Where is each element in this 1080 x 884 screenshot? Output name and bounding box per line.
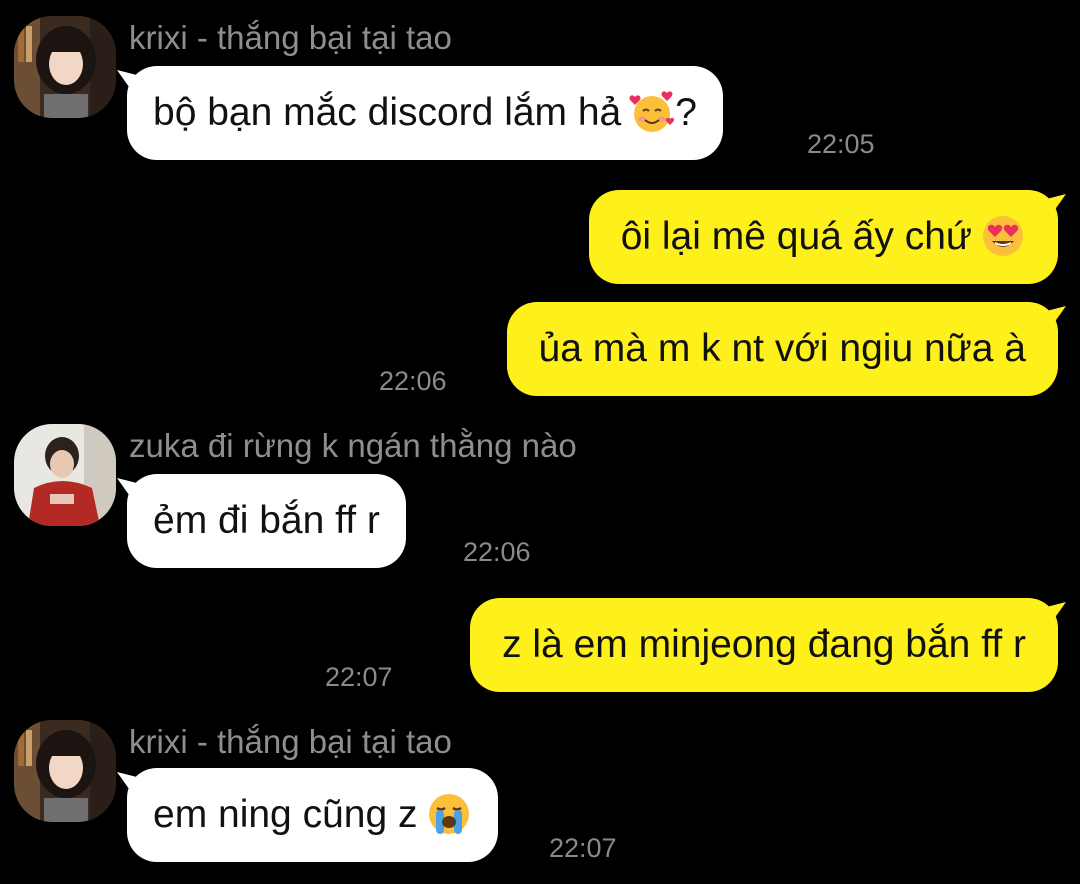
message-timestamp: 22:07	[325, 662, 393, 692]
message-bubble-incoming[interactable]: bộ bạn mắc discord lắm hả ?	[127, 66, 723, 160]
message-text: bộ bạn mắc discord lắm hả	[153, 91, 622, 134]
message-text: em ning cũng z	[153, 793, 418, 836]
smiling-face-with-hearts-icon	[629, 89, 675, 135]
avatar-krixi[interactable]	[14, 16, 116, 118]
message-text: ẻm đi bắn ff r	[153, 499, 380, 542]
avatar-krixi[interactable]	[14, 720, 116, 822]
message-bubble-incoming[interactable]: em ning cũng z	[127, 768, 498, 862]
message-text: ủa mà m k nt với ngiu nữa à	[538, 327, 1026, 370]
message-bubble-outgoing[interactable]: ủa mà m k nt với ngiu nữa à	[506, 302, 1058, 396]
message-bubble-incoming[interactable]: ẻm đi bắn ff r	[127, 474, 406, 568]
message-text: z là em minjeong đang bắn ff r	[502, 623, 1026, 666]
message-timestamp: 22:05	[807, 129, 875, 159]
message-bubble-outgoing[interactable]: z là em minjeong đang bắn ff r	[470, 598, 1058, 692]
loudly-crying-face-icon	[426, 791, 472, 837]
heart-eyes-icon	[980, 213, 1026, 259]
message-timestamp: 22:06	[379, 366, 447, 396]
avatar-zuka[interactable]	[14, 424, 116, 526]
message-text: ôi lại mê quá ấy chứ	[620, 215, 972, 258]
sender-name: krixi - thắng bại tại tao	[129, 723, 452, 760]
message-bubble-outgoing[interactable]: ôi lại mê quá ấy chứ	[588, 190, 1058, 284]
chat-screen: krixi - thắng bại tại tao bộ bạn mắc dis…	[0, 0, 1080, 884]
message-text-suffix: ?	[675, 91, 697, 134]
sender-name: zuka đi rừng k ngán thằng nào	[129, 427, 577, 464]
sender-name: krixi - thắng bại tại tao	[129, 19, 452, 56]
message-timestamp: 22:07	[549, 833, 617, 863]
message-timestamp: 22:06	[463, 537, 531, 567]
